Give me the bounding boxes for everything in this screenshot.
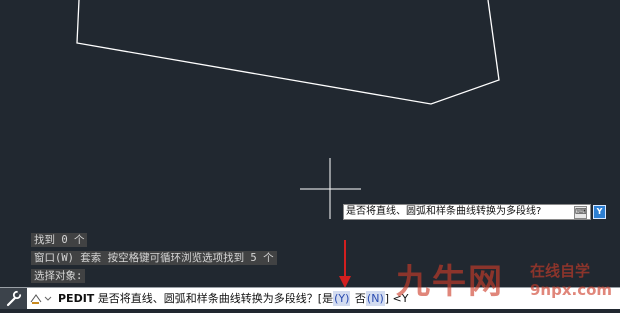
command-tail: ] <Y — [384, 292, 409, 305]
history-line-3: 选择对象: — [31, 269, 86, 283]
polyline-shape — [76, 0, 500, 105]
command-prompt-icon[interactable] — [30, 292, 52, 305]
command-line-bar[interactable]: PEDIT 是否将直线、圆弧和样条曲线转换为多段线？[是(Y) 否(N)] <Y — [0, 287, 620, 309]
keyboard-icon[interactable]: ⌨ — [574, 206, 587, 219]
command-prompt-text: PEDIT 是否将直线、圆弧和样条曲线转换为多段线？[是(Y) 否(N)] <Y — [58, 291, 408, 306]
tooltip-text: 是否将直线、圆弧和样条曲线转换为多段线? — [346, 206, 542, 217]
history-line-1: 找到 0 个 — [31, 233, 88, 247]
command-question: 是否将直线、圆弧和样条曲线转换为多段线？[ — [97, 292, 323, 305]
wrench-icon[interactable] — [0, 288, 27, 309]
option-yes-label: 是 — [322, 292, 334, 305]
option-no-button[interactable]: (N) — [365, 291, 385, 306]
history-line-2: 窗口(W) 套索 按空格键可循环浏览选项找到 5 个 — [31, 251, 277, 265]
option-yes-button[interactable]: (Y) — [333, 291, 351, 306]
command-name: PEDIT — [58, 292, 95, 305]
option-no-label: 否 — [354, 292, 366, 305]
dynamic-input-tooltip: 是否将直线、圆弧和样条曲线转换为多段线? ⌨ — [343, 204, 591, 220]
red-arrow-annotation — [339, 240, 351, 288]
dynamic-input-option-button[interactable]: Y — [593, 205, 606, 219]
